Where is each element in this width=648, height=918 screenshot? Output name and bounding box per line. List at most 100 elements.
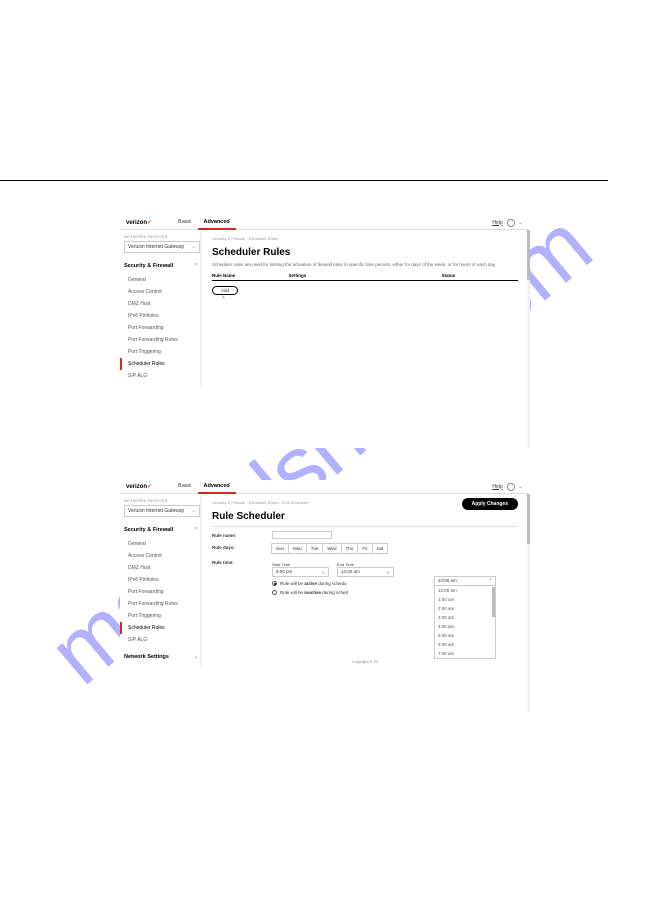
day-thu[interactable]: Thu: [341, 543, 359, 554]
end-time-dropdown[interactable]: 12:00 am⌃ 12:00 am 1:00 am 2:00 am 3:00 …: [434, 576, 496, 659]
chevron-down-icon: ⌄: [386, 569, 390, 575]
sidebar-section-security[interactable]: Security & Firewall⌃: [124, 261, 200, 271]
help-link[interactable]: Help: [492, 484, 502, 490]
tab-basic[interactable]: Basic: [172, 216, 197, 230]
dropdown-option[interactable]: 12:00 am: [435, 586, 495, 595]
apply-changes-button[interactable]: Apply Changes: [462, 498, 518, 510]
tab-basic[interactable]: Basic: [172, 480, 197, 494]
dropdown-selected: 12:00 am⌃: [435, 577, 495, 586]
dropdown-scrollbar[interactable]: [492, 587, 495, 617]
chevron-down-icon: ⌄: [194, 654, 198, 660]
scrollbar[interactable]: [527, 494, 530, 712]
body: NETWORK DEVICES Verizon Internet Gateway…: [120, 230, 528, 386]
sidebar-item-scheduler-rules[interactable]: Scheduler Rules: [120, 358, 200, 370]
tabs: Basic Advanced: [172, 216, 236, 230]
dropdown-option[interactable]: 2:00 am: [435, 604, 495, 613]
radio-active-label: Rule will be active during schedu: [280, 581, 347, 586]
day-wed[interactable]: Wed: [322, 543, 341, 554]
chevron-down-icon[interactable]: ⌄: [519, 220, 522, 225]
page: manualshive.com verizon✓ Basic Advanced …: [0, 0, 648, 918]
sidebar-item-sip-alg[interactable]: SIP ALG: [124, 370, 200, 382]
page-title: Rule Scheduler: [212, 511, 518, 522]
chevron-down-icon[interactable]: ⌄: [519, 484, 522, 489]
sidebar-item-general[interactable]: General: [124, 274, 200, 286]
add-button[interactable]: Add: [212, 286, 238, 295]
sidebar-item-ipv6-pinholes[interactable]: IPv6 Pinholes: [124, 310, 200, 322]
sidebar-item-access-control[interactable]: Access Control: [124, 286, 200, 298]
sidebar-item-port-triggering[interactable]: Port Triggering: [124, 346, 200, 358]
label-rule-time: Rule time:: [212, 558, 272, 565]
th-settings: Settings: [289, 273, 442, 278]
day-sat[interactable]: Sat: [372, 543, 389, 554]
sidebar-item-general[interactable]: General: [124, 538, 200, 550]
divider: [0, 180, 608, 181]
cursor-icon: ↖: [222, 295, 518, 300]
sidebar-item-access-control[interactable]: Access Control: [124, 550, 200, 562]
sidebar-section-network[interactable]: Network Settings⌄: [124, 652, 200, 662]
chevron-up-icon: ⌃: [194, 527, 198, 533]
page-title: Scheduler Rules: [212, 247, 518, 258]
scrollbar-thumb[interactable]: [527, 494, 530, 544]
rule-name-input[interactable]: [272, 531, 332, 539]
device-select[interactable]: Verizon Internet Gateway ⌄: [124, 505, 200, 517]
sidebar-items: General Access Control DMZ Host IPv6 Pin…: [124, 538, 200, 646]
day-tue[interactable]: Tue: [306, 543, 324, 554]
help-link[interactable]: Help: [492, 220, 502, 226]
content: Security & Firewall › Scheduler Rules Sc…: [202, 230, 528, 386]
chevron-down-icon: ⌄: [192, 508, 196, 514]
day-sun[interactable]: Sun: [271, 543, 289, 554]
tabs: Basic Advanced: [172, 480, 236, 494]
dropdown-option[interactable]: 1:00 am: [435, 595, 495, 604]
logo: verizon✓: [126, 483, 152, 490]
sidebar-item-ipv6-pinholes[interactable]: IPv6 Pinholes: [124, 574, 200, 586]
sidebar-item-port-forwarding-rules[interactable]: Port Forwarding Rules: [124, 334, 200, 346]
sidebar-device-label: NETWORK DEVICES: [124, 498, 200, 503]
topbar-right: Help ⌄: [492, 219, 522, 227]
day-mon[interactable]: Mon: [288, 543, 307, 554]
label-rule-name: Rule name:: [212, 531, 272, 538]
dropdown-option[interactable]: 6:00 am: [435, 640, 495, 649]
breadcrumb: Security & Firewall › Scheduler Rules: [212, 236, 518, 241]
sidebar-item-sip-alg[interactable]: SIP ALG: [124, 634, 200, 646]
sidebar: NETWORK DEVICES Verizon Internet Gateway…: [120, 494, 202, 666]
watermark: manualshive.com: [0, 27, 648, 872]
radio-icon: [272, 590, 277, 595]
logo: verizon✓: [126, 219, 152, 226]
sidebar-item-port-forwarding[interactable]: Port Forwarding: [124, 322, 200, 334]
sidebar-item-port-forwarding[interactable]: Port Forwarding: [124, 586, 200, 598]
body: NETWORK DEVICES Verizon Internet Gateway…: [120, 494, 528, 666]
day-fri[interactable]: Fri: [357, 543, 372, 554]
table-header: Rule Name Settings Status: [212, 273, 518, 281]
topbar: verizon✓ Basic Advanced Help ⌄: [120, 216, 528, 230]
device-select[interactable]: Verizon Internet Gateway ⌄: [124, 241, 200, 253]
sidebar: NETWORK DEVICES Verizon Internet Gateway…: [120, 230, 202, 386]
logo-check-icon: ✓: [147, 220, 152, 226]
sidebar-item-port-triggering[interactable]: Port Triggering: [124, 610, 200, 622]
gear-icon[interactable]: [507, 219, 515, 227]
device-select-value: Verizon Internet Gateway: [128, 508, 184, 514]
sidebar-item-port-forwarding-rules[interactable]: Port Forwarding Rules: [124, 598, 200, 610]
tab-advanced[interactable]: Advanced: [198, 480, 236, 494]
radio-inactive-label: Rule will be inactive during sched: [280, 590, 348, 595]
label-rule-days: Rule days:: [212, 543, 272, 550]
day-selector: Sun Mon Tue Wed Thu Fri Sat: [272, 543, 518, 554]
sidebar-item-dmz-host[interactable]: DMZ Host: [124, 562, 200, 574]
scrollbar[interactable]: [527, 230, 530, 448]
gear-icon[interactable]: [507, 483, 515, 491]
end-time-select[interactable]: 12:00 am⌄: [337, 567, 394, 577]
dropdown-option[interactable]: 4:00 am: [435, 622, 495, 631]
footer-copyright: Copyright © 20: [352, 659, 379, 664]
screenshot-2: verizon✓ Basic Advanced Help ⌄ NETWORK D…: [120, 480, 528, 712]
device-select-value: Verizon Internet Gateway: [128, 244, 184, 250]
sidebar-section-security[interactable]: Security & Firewall⌃: [124, 525, 200, 535]
start-time-select[interactable]: 9:00 pm⌄: [272, 567, 329, 577]
sidebar-item-scheduler-rules[interactable]: Scheduler Rules: [120, 622, 200, 634]
tab-advanced[interactable]: Advanced: [198, 216, 236, 230]
chevron-up-icon: ⌃: [194, 263, 198, 269]
sidebar-item-dmz-host[interactable]: DMZ Host: [124, 298, 200, 310]
dropdown-option[interactable]: 5:00 am: [435, 631, 495, 640]
scrollbar-thumb[interactable]: [527, 230, 530, 280]
topbar: verizon✓ Basic Advanced Help ⌄: [120, 480, 528, 494]
dropdown-option[interactable]: 7:00 am: [435, 649, 495, 658]
dropdown-option[interactable]: 3:00 am: [435, 613, 495, 622]
